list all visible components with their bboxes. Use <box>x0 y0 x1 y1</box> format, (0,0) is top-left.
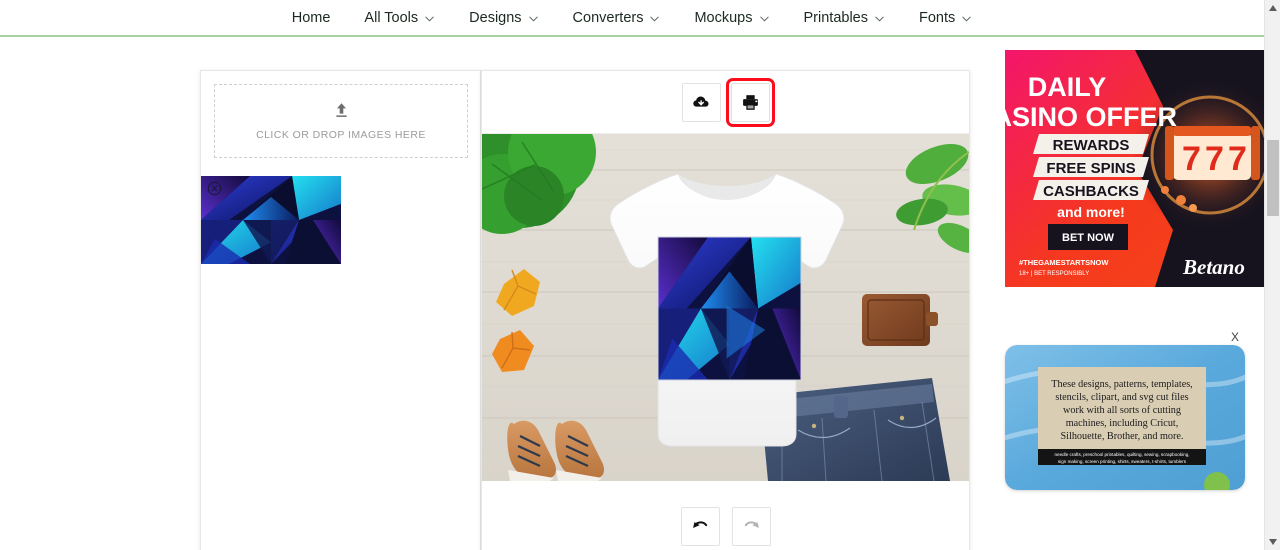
chevron-down-icon <box>962 16 971 22</box>
mockup-canvas[interactable] <box>482 134 969 481</box>
nav-item-label: Home <box>291 10 331 26</box>
triangle-down-icon <box>1269 539 1277 545</box>
geometric-artwork <box>658 237 801 380</box>
svg-text:7: 7 <box>1228 140 1247 178</box>
ad-bullets: REWARDS FREE SPINS CASHBACKS <box>1033 134 1149 200</box>
scrollbar-thumb[interactable] <box>1267 140 1279 216</box>
chevron-down-icon <box>875 16 884 22</box>
thumbnail-preview <box>201 176 341 264</box>
ad-tagline: and more! <box>1057 204 1125 220</box>
redo-arrow-icon <box>744 521 759 529</box>
chevron-down-icon <box>759 16 769 22</box>
editor-bottom-toolbar <box>482 481 969 550</box>
ad-close-button[interactable]: X <box>1231 330 1240 344</box>
nav-item-list: Home All Tools Designs Converters Mockup… <box>292 10 973 26</box>
image-dropzone[interactable]: CLICK OR DROP IMAGES HERE <box>214 84 468 158</box>
nav-item-fonts[interactable]: Fonts <box>919 10 972 26</box>
undo-button[interactable] <box>680 507 720 546</box>
editor-top-toolbar <box>482 71 969 134</box>
betano-casino-ad-image: 777 DAILY CASINO OFFER REWARDS FREE SPIN… <box>1005 50 1270 287</box>
svg-text:stencils, clipart, and svg cut: stencils, clipart, and svg cut files <box>1055 392 1188 403</box>
nav-item-all-tools[interactable]: All Tools <box>364 10 435 26</box>
tshirt-mockup-image <box>482 134 969 481</box>
editor-panel <box>481 70 970 550</box>
svg-text:machines, including Cricut,: machines, including Cricut, <box>1066 418 1179 429</box>
nav-underline-rule <box>0 35 1264 37</box>
nav-item-designs[interactable]: Designs <box>469 10 538 26</box>
svg-text:CASHBACKS: CASHBACKS <box>1043 183 1139 200</box>
shirt-artwork <box>657 236 802 381</box>
chevron-down-icon <box>650 16 660 22</box>
svg-text:Silhouette, Brother, and more.: Silhouette, Brother, and more. <box>1061 431 1184 442</box>
svg-text:work with all sorts of cutting: work with all sorts of cutting <box>1063 405 1181 416</box>
ad-banner-bottom[interactable]: These designs, patterns, templates, sten… <box>1005 345 1245 490</box>
ad-body-text: These designs, patterns, templates, sten… <box>1051 379 1192 442</box>
cutting-machines-ad-image: These designs, patterns, templates, sten… <box>1005 345 1245 490</box>
geometric-artwork <box>201 176 341 264</box>
print-button[interactable] <box>725 77 775 127</box>
scroll-up-button[interactable] <box>1265 0 1280 16</box>
svg-text:BET NOW: BET NOW <box>1062 232 1115 244</box>
download-button[interactable] <box>681 82 721 122</box>
svg-text:needle crafts, preschool print: needle crafts, preschool printables, qui… <box>1054 452 1189 457</box>
uploaded-image-thumbnail[interactable] <box>201 176 341 264</box>
svg-text:REWARDS: REWARDS <box>1053 137 1130 154</box>
upload-arrow-icon <box>335 102 347 117</box>
nav-item-label: All Tools <box>364 10 419 26</box>
svg-text:sign making, screen printing,: sign making, screen printing, shirts, sw… <box>1058 459 1187 464</box>
ad-headline-line1: DAILY <box>1028 72 1107 102</box>
svg-text:FREE SPINS: FREE SPINS <box>1046 160 1135 177</box>
svg-text:7: 7 <box>1205 140 1224 178</box>
nav-item-label: Converters <box>572 10 644 26</box>
nav-item-label: Designs <box>469 10 522 26</box>
chevron-down-icon <box>425 16 434 22</box>
ad-brand: Betano <box>1182 255 1245 279</box>
printer-icon <box>742 94 758 110</box>
nav-item-label: Mockups <box>694 10 753 26</box>
ad-banner-top[interactable]: 777 DAILY CASINO OFFER REWARDS FREE SPIN… <box>1005 50 1270 287</box>
wallet <box>862 294 938 346</box>
redo-button[interactable] <box>731 507 771 546</box>
triangle-up-icon <box>1269 5 1277 11</box>
nav-item-converters[interactable]: Converters <box>573 10 661 26</box>
nav-item-label: Fonts <box>918 10 956 26</box>
uploads-panel: CLICK OR DROP IMAGES HERE <box>200 70 481 550</box>
ad-hashtag: #THEGAMESTARTSNOW <box>1019 258 1109 267</box>
nav-item-home[interactable]: Home <box>292 10 331 26</box>
main-navigation: Home All Tools Designs Converters Mockup… <box>0 0 1264 36</box>
page-scrollbar[interactable] <box>1264 0 1280 550</box>
scroll-down-button[interactable] <box>1265 534 1280 550</box>
nav-item-mockups[interactable]: Mockups <box>694 10 769 26</box>
chevron-down-icon <box>528 16 538 22</box>
cloud-download-icon <box>692 96 709 107</box>
svg-text:7: 7 <box>1182 140 1201 178</box>
ad-disclaimer: 18+ | BET RESPONSIBLY <box>1019 271 1089 277</box>
undo-arrow-icon <box>692 521 707 529</box>
svg-text:These designs, patterns, templ: These designs, patterns, templates, <box>1051 379 1192 390</box>
remove-image-icon[interactable] <box>207 181 222 196</box>
dropzone-label: CLICK OR DROP IMAGES HERE <box>256 128 426 141</box>
nav-item-printables[interactable]: Printables <box>804 10 885 26</box>
nav-item-label: Printables <box>803 10 868 26</box>
ad-headline-line2: CASINO OFFER <box>1005 102 1177 132</box>
